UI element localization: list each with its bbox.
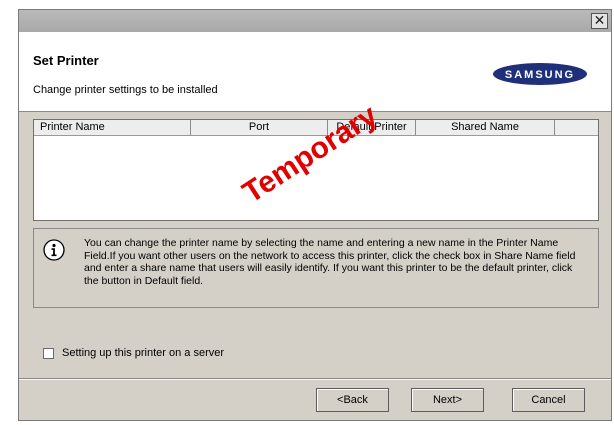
back-button[interactable]: <Back bbox=[316, 388, 389, 412]
column-header-printer-name[interactable]: Printer Name bbox=[34, 120, 191, 135]
header-panel: Set Printer Change printer settings to b… bbox=[19, 32, 611, 112]
info-box: You can change the printer name by selec… bbox=[33, 228, 599, 308]
title-bar: ✕ bbox=[19, 10, 611, 32]
server-checkbox-row[interactable]: Setting up this printer on a server bbox=[43, 347, 224, 359]
next-button[interactable]: Next> bbox=[411, 388, 484, 412]
page-title: Set Printer bbox=[33, 53, 99, 68]
column-header-shared-name[interactable]: Shared Name bbox=[416, 120, 555, 135]
info-icon bbox=[43, 239, 65, 261]
server-checkbox-label[interactable]: Setting up this printer on a server bbox=[62, 347, 224, 359]
info-text: You can change the printer name by selec… bbox=[84, 237, 576, 287]
close-icon[interactable]: ✕ bbox=[591, 13, 608, 29]
server-checkbox[interactable] bbox=[43, 347, 54, 359]
page-subtitle: Change printer settings to be installed bbox=[33, 84, 218, 96]
logo-text: SAMSUNG bbox=[505, 69, 575, 81]
divider bbox=[19, 378, 611, 380]
cancel-button[interactable]: Cancel bbox=[512, 388, 585, 412]
set-printer-dialog: ✕ Set Printer Change printer settings to… bbox=[18, 9, 612, 421]
samsung-logo: SAMSUNG bbox=[493, 63, 587, 85]
column-header-port[interactable]: Port bbox=[191, 120, 328, 135]
